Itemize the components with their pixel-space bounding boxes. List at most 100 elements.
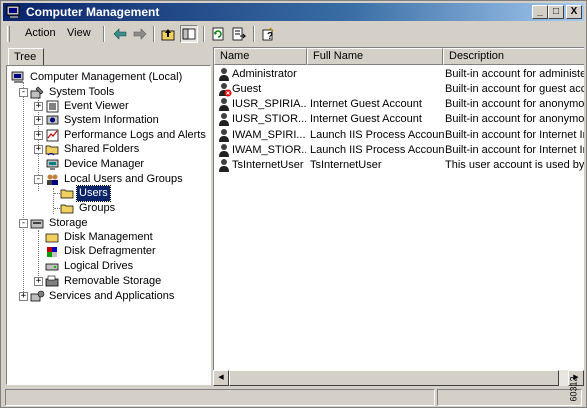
performance-logs-icon <box>46 129 59 142</box>
title-bar[interactable]: Computer Management _ □ X <box>3 3 584 21</box>
expand-toggle[interactable]: + <box>34 116 43 125</box>
storage-icon <box>30 219 44 229</box>
user-description: Built-in account for Internet In <box>445 144 584 156</box>
forward-button[interactable] <box>131 25 149 43</box>
expand-toggle[interactable]: + <box>34 277 43 286</box>
tree-label: Disk Defragmenter <box>64 245 156 257</box>
console-tree[interactable]: Computer Management (Local) - System Too… <box>6 65 211 385</box>
disk-management-icon <box>45 233 59 243</box>
tab-tree[interactable]: Tree <box>8 48 44 66</box>
device-manager-icon <box>46 159 59 170</box>
help-button[interactable]: ? <box>259 25 277 43</box>
table-row[interactable]: Guest Built-in account for guest access <box>214 82 584 97</box>
action-menu-label: Action <box>25 27 56 39</box>
table-row[interactable]: Administrator Built-in account for admin… <box>214 67 584 82</box>
collapse-toggle[interactable]: - <box>19 88 28 97</box>
expand-toggle[interactable]: + <box>19 292 28 301</box>
view-menu-label: View <box>67 27 91 39</box>
column-header-full-name[interactable]: Full Name <box>307 48 443 65</box>
up-folder-icon <box>161 29 175 41</box>
tree-label: Device Manager <box>64 158 145 170</box>
tree-label: Logical Drives <box>64 260 134 272</box>
user-name: IUSR_STIOR... <box>232 113 306 125</box>
users-groups-icon <box>47 174 58 185</box>
user-name: Guest <box>232 83 262 95</box>
user-icon <box>219 159 229 172</box>
minimize-button[interactable]: _ <box>532 5 548 19</box>
tree-label: Performance Logs and Alerts <box>64 129 206 141</box>
table-row[interactable]: IWAM_SPIRI... Launch IIS Process Account… <box>214 128 584 143</box>
user-full-name: Launch IIS Process Account <box>310 129 444 141</box>
expand-toggle[interactable]: + <box>34 145 43 154</box>
back-arrow-icon <box>113 28 127 40</box>
figure-id: 60312 <box>569 372 587 408</box>
table-row[interactable]: IUSR_SPIRIA... Internet Guest Account Bu… <box>214 97 584 112</box>
close-button[interactable]: X <box>566 5 582 19</box>
menu-toolbar: Action View ? <box>3 23 584 45</box>
refresh-button[interactable] <box>209 25 227 43</box>
toolbar-separator <box>253 26 255 42</box>
tree-label: Services and Applications <box>49 290 175 302</box>
table-row[interactable]: TsInternetUser TsInternetUser This user … <box>214 158 584 173</box>
table-row[interactable]: IUSR_STIOR... Internet Guest Account Bui… <box>214 112 584 127</box>
svg-text:?: ? <box>267 31 273 41</box>
user-name: IWAM_SPIRI... <box>232 129 306 141</box>
collapse-toggle[interactable]: - <box>34 175 43 184</box>
user-name: TsInternetUser <box>232 159 304 171</box>
tree-connector <box>23 82 24 300</box>
user-icon <box>219 144 229 157</box>
action-menu[interactable]: Action <box>25 27 56 39</box>
user-icon <box>219 113 229 126</box>
user-name: IUSR_SPIRIA... <box>232 98 306 110</box>
figure-id-label: 60312 <box>568 376 579 402</box>
event-viewer-icon <box>46 100 59 113</box>
help-icon: ? <box>262 27 274 41</box>
tree-label-selected: Users <box>76 185 111 202</box>
user-name: IWAM_STIOR... <box>232 144 306 156</box>
collapse-toggle[interactable]: - <box>19 219 28 228</box>
user-full-name: TsInternetUser <box>310 159 382 171</box>
show-hide-tree-button[interactable] <box>180 25 198 43</box>
toolbar-grip[interactable] <box>7 26 10 42</box>
users-list-view[interactable]: Name Full Name Description Administrator… <box>213 47 584 385</box>
user-description: Built-in account for Internet In <box>445 129 584 141</box>
user-description: Built-in account for anonymous <box>445 113 584 125</box>
column-header-description[interactable]: Description <box>443 48 584 65</box>
forward-arrow-icon <box>133 28 147 40</box>
show-hide-tree-icon <box>182 28 196 40</box>
column-header-name[interactable]: Name <box>214 48 307 65</box>
system-information-icon <box>46 115 59 125</box>
expand-toggle[interactable]: + <box>34 102 43 111</box>
user-icon <box>219 98 229 111</box>
horizontal-scrollbar[interactable]: ◀ ▶ <box>213 370 584 386</box>
tree-connector <box>53 188 54 214</box>
user-full-name: Internet Guest Account <box>310 113 422 125</box>
computer-management-icon <box>11 71 24 83</box>
back-button[interactable] <box>111 25 129 43</box>
status-panel-main <box>5 389 435 406</box>
up-one-level-button[interactable] <box>159 25 177 43</box>
tree-label: Storage <box>49 217 88 229</box>
scroll-left-button[interactable]: ◀ <box>213 370 229 386</box>
toolbar-separator <box>153 26 155 42</box>
user-name: Administrator <box>232 68 297 80</box>
removable-storage-icon <box>45 275 59 287</box>
export-list-button[interactable] <box>230 25 248 43</box>
tree-label: Local Users and Groups <box>64 173 183 185</box>
user-full-name: Internet Guest Account <box>310 98 422 110</box>
tree-tabstrip: Tree <box>6 47 211 66</box>
maximize-button[interactable]: □ <box>548 5 564 19</box>
disabled-user-icon <box>219 83 232 97</box>
view-menu[interactable]: View <box>67 27 91 39</box>
table-row[interactable]: IWAM_STIOR... Launch IIS Process Account… <box>214 143 584 158</box>
computer-management-icon <box>6 5 20 18</box>
folder-open-icon <box>60 189 74 199</box>
user-icon <box>219 68 229 81</box>
tree-label: Groups <box>79 202 116 214</box>
status-bar <box>3 388 584 406</box>
expand-toggle[interactable]: + <box>34 131 43 140</box>
export-list-icon <box>232 27 246 41</box>
refresh-icon <box>212 27 224 41</box>
user-description: Built-in account for anonymous <box>445 98 584 110</box>
scroll-thumb[interactable] <box>229 370 559 386</box>
